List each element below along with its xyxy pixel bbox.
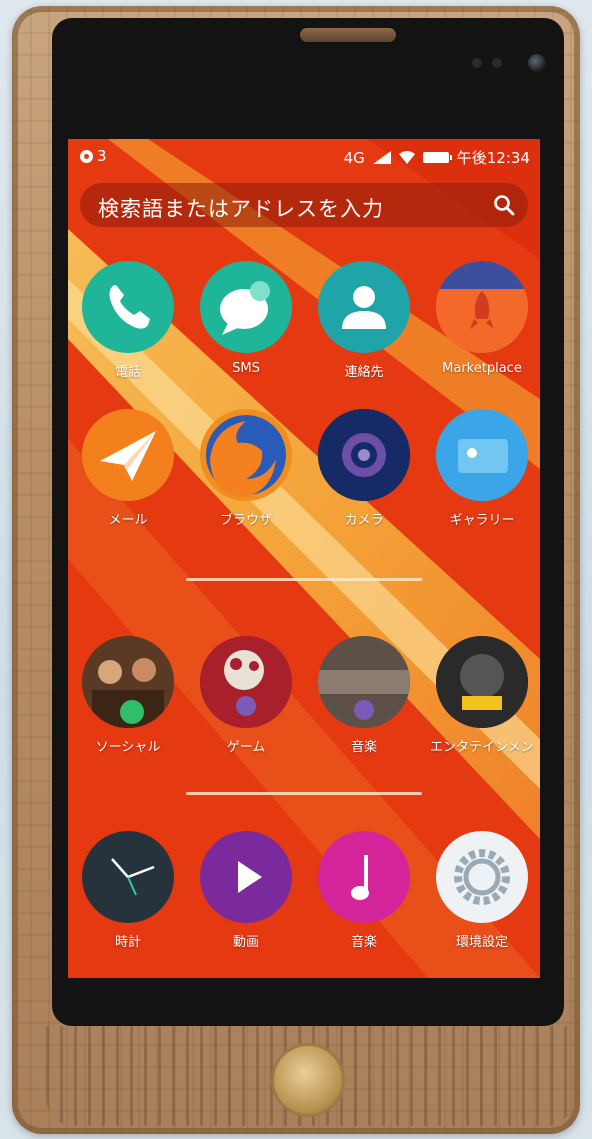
app-music[interactable]: 音楽 [312, 831, 416, 950]
proximity-sensor [472, 58, 482, 68]
sms-icon[interactable] [200, 261, 292, 353]
app-label: ギャラリー [449, 513, 515, 528]
app-video[interactable]: 動画 [194, 831, 298, 950]
search-bar[interactable]: 検索語またはアドレスを入力 [80, 183, 528, 227]
app-contacts[interactable]: 連絡先 [312, 261, 416, 380]
app-label: 音楽 [350, 935, 377, 950]
clock-time: 午後12:34 [456, 149, 530, 167]
app-label: 連絡先 [344, 365, 384, 380]
app-label: 音楽 [350, 740, 377, 755]
search-placeholder: 検索語またはアドレスを入力 [98, 197, 384, 221]
status-bar: 3 4G 午後12:34 [68, 139, 540, 173]
app-label: 動画 [232, 935, 259, 950]
phone-icon[interactable] [82, 261, 174, 353]
contacts-icon[interactable] [318, 261, 410, 353]
games-icon[interactable] [200, 636, 292, 728]
divider-bottom [186, 792, 422, 795]
camera-icon[interactable] [318, 409, 410, 501]
mail-icon[interactable] [82, 409, 174, 501]
app-clock[interactable]: 時計 [76, 831, 180, 950]
app-phone[interactable]: 電話 [76, 261, 180, 380]
marketplace-icon[interactable] [436, 261, 528, 353]
gallery-icon[interactable] [436, 409, 528, 501]
music-icon[interactable] [318, 831, 410, 923]
home-button[interactable] [274, 1046, 342, 1114]
front-camera [528, 54, 546, 72]
app-gallery[interactable]: ギャラリー [430, 409, 534, 528]
divider-top [186, 578, 422, 581]
settings-icon[interactable] [436, 831, 528, 923]
app-label: ブラウザ [219, 513, 272, 528]
app-label: メール [108, 513, 148, 528]
music-collection-icon[interactable] [318, 636, 410, 728]
light-sensor [492, 58, 502, 68]
network-type: 4G [343, 148, 365, 167]
app-browser[interactable]: ブラウザ [194, 409, 298, 528]
app-label: 環境設定 [455, 935, 508, 950]
battery-icon [422, 152, 452, 163]
app-label: ゲーム [226, 740, 266, 755]
social-icon[interactable] [82, 636, 174, 728]
app-label: SMS [232, 361, 260, 376]
notification-count: 3 [97, 147, 107, 165]
wifi-icon [398, 151, 415, 164]
notification-icon[interactable] [80, 149, 93, 163]
clock-icon[interactable] [82, 831, 174, 923]
video-icon[interactable] [200, 831, 292, 923]
entertainment-icon[interactable] [436, 636, 528, 728]
browser-icon[interactable] [200, 409, 292, 501]
app-entertainment[interactable]: エンタテインメント [430, 636, 534, 755]
search-icon[interactable] [492, 193, 516, 217]
app-label: ソーシャル [95, 740, 161, 755]
app-social[interactable]: ソーシャル [76, 636, 180, 755]
app-games[interactable]: ゲーム [194, 636, 298, 755]
app-settings[interactable]: 環境設定 [430, 831, 534, 950]
app-label: 時計 [114, 935, 141, 950]
app-label: カメラ [344, 513, 384, 528]
home-screen: 3 4G 午後12:34 検索語またはアドレスを入力 電話 SMS 連絡先 Marke… [68, 139, 540, 978]
app-label: Marketplace [442, 361, 522, 376]
earpiece [300, 28, 396, 42]
app-music-collection[interactable]: 音楽 [312, 636, 416, 755]
app-sms[interactable]: SMS [194, 261, 298, 376]
app-camera[interactable]: カメラ [312, 409, 416, 528]
app-label: 電話 [114, 365, 141, 380]
app-mail[interactable]: メール [76, 409, 180, 528]
app-label: エンタテインメント [430, 740, 534, 755]
app-marketplace[interactable]: Marketplace [430, 261, 534, 376]
signal-icon [372, 151, 391, 164]
